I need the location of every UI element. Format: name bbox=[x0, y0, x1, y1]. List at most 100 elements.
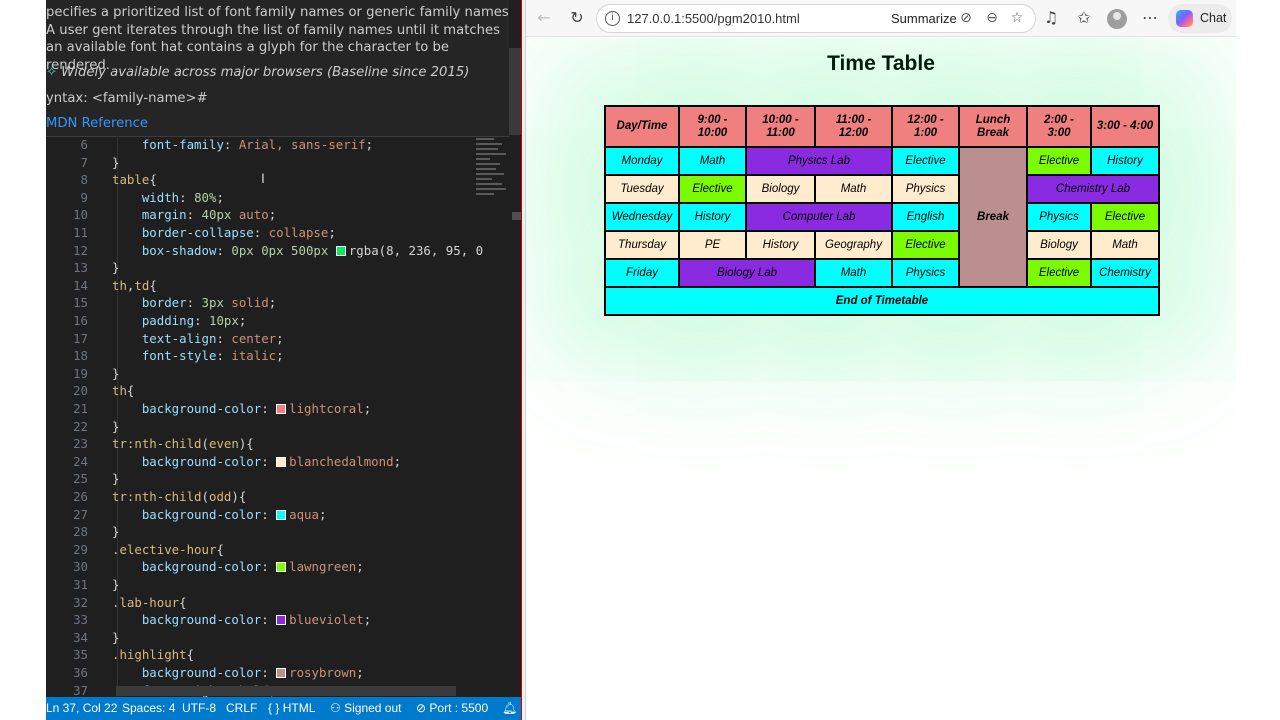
code-line[interactable]: 9 width: 80%; bbox=[46, 189, 466, 207]
line-number: 16 bbox=[73, 313, 88, 328]
line-ending[interactable]: CRLF bbox=[226, 701, 257, 716]
bell-icon[interactable]: 🔔︎ bbox=[502, 701, 517, 716]
code-line[interactable]: 6 font-family: Arial, sans-serif; bbox=[46, 136, 466, 154]
code-line[interactable]: 29 .elective-hour{ bbox=[46, 541, 466, 559]
code-line[interactable]: 32 .lab-hour{ bbox=[46, 594, 466, 612]
color-swatch[interactable] bbox=[335, 245, 346, 256]
code-line[interactable]: 20 th{ bbox=[46, 382, 466, 400]
code-line[interactable]: 15 border: 3px solid; bbox=[46, 294, 466, 312]
line-number: 30 bbox=[73, 559, 88, 575]
mdn-reference-link[interactable]: MDN Reference bbox=[46, 115, 148, 133]
chat-button[interactable]: Chat bbox=[1168, 4, 1232, 33]
code-line[interactable]: 17 text-align: center; bbox=[46, 330, 466, 348]
line-number: 14 bbox=[73, 277, 88, 293]
subject-cell: English bbox=[891, 202, 960, 232]
code-text: width: 80%; bbox=[141, 189, 224, 205]
code-line[interactable]: 24 background-color: blanchedalmond; bbox=[46, 453, 466, 471]
refresh-icon[interactable]: ↻ bbox=[566, 7, 588, 29]
code-area[interactable]: 6 font-family: Arial, sans-serif; 7} 8 tabl… bbox=[46, 136, 524, 698]
table-row: Thursday PE History Geography Elective Biolog… bbox=[604, 230, 1160, 260]
language-mode[interactable]: { } HTML bbox=[268, 701, 315, 716]
code-line[interactable]: 14 th,td{ bbox=[46, 277, 466, 295]
favorites-icon[interactable]: ✩ bbox=[1073, 7, 1095, 29]
browser-toolbar: ← ↻ i 127.0.0.1:5500/pgm2010.html Summar… bbox=[526, 0, 1236, 37]
color-swatch[interactable] bbox=[276, 456, 287, 467]
code-text: background-color: lightcoral; bbox=[141, 401, 372, 416]
code-line[interactable]: 13} bbox=[46, 259, 466, 277]
code-line[interactable]: 31} bbox=[46, 576, 466, 594]
zoom-icon[interactable]: ⊖ bbox=[982, 8, 1002, 28]
subject-cell: Math bbox=[814, 174, 893, 204]
code-line[interactable]: 8 table{ bbox=[46, 171, 466, 189]
code-line[interactable]: 26 tr:nth-child(odd){ bbox=[46, 488, 466, 506]
code-text: th{ bbox=[112, 383, 135, 399]
line-number: 27 bbox=[73, 506, 88, 522]
code-line[interactable]: 21 background-color: lightcoral; bbox=[46, 400, 466, 418]
code-line[interactable]: 22} bbox=[46, 418, 466, 436]
live-server-port[interactable]: ⊘ Port : 5500 bbox=[416, 701, 488, 716]
browser-window: ← ↻ i 127.0.0.1:5500/pgm2010.html Summar… bbox=[525, 0, 1236, 720]
code-line[interactable]: 11 border-collapse: collapse; bbox=[46, 224, 466, 242]
port-icon: ⊘ bbox=[416, 701, 427, 715]
hover-tooltip: pecifies a prioritized list of font fami… bbox=[46, 0, 509, 137]
code-line[interactable]: 27 background-color: aqua; bbox=[46, 506, 466, 524]
line-number: 23 bbox=[73, 436, 88, 452]
line-number: 31 bbox=[73, 577, 88, 592]
indentation[interactable]: Spaces: 4 bbox=[122, 701, 175, 716]
favorite-icon[interactable]: ☆ bbox=[1007, 8, 1027, 28]
code-line[interactable]: 16 padding: 10px; bbox=[46, 312, 466, 330]
url-text[interactable]: 127.0.0.1:5500/pgm2010.html bbox=[627, 11, 800, 26]
lunch-break-cell: Break bbox=[958, 146, 1028, 288]
code-line[interactable]: 19} bbox=[46, 365, 466, 383]
address-bar[interactable]: i 127.0.0.1:5500/pgm2010.html Summarize … bbox=[596, 4, 1036, 33]
page-title: Time Table bbox=[827, 52, 935, 75]
code-line[interactable]: 7} bbox=[46, 154, 466, 172]
code-editor[interactable]: pecifies a prioritized list of font fami… bbox=[46, 0, 524, 720]
elective-cell: Elective bbox=[678, 174, 747, 204]
summarize-icon[interactable]: ⊘ bbox=[956, 8, 976, 28]
hover-baseline: ✧ Widely available across major browsers… bbox=[46, 64, 469, 82]
header-cell: 3:00 - 4:00 bbox=[1090, 105, 1160, 148]
summarize-button[interactable]: Summarize bbox=[891, 11, 957, 26]
code-line[interactable]: 10 margin: 40px auto; bbox=[46, 206, 466, 224]
horizontal-scrollbar[interactable] bbox=[116, 686, 456, 696]
media-icon[interactable]: ♫ bbox=[1040, 7, 1062, 29]
line-number: 19 bbox=[73, 365, 88, 381]
code-line[interactable]: 23 tr:nth-child(even){ bbox=[46, 435, 466, 453]
line-number: 9 bbox=[80, 189, 88, 205]
code-line[interactable]: 28} bbox=[46, 523, 466, 541]
code-text: box-shadow: 0px 0px 500px rgba(8, 236, 9… bbox=[141, 242, 484, 258]
code-line[interactable]: 12 box-shadow: 0px 0px 500px rgba(8, 236… bbox=[46, 242, 483, 260]
code-line[interactable]: 34} bbox=[46, 629, 466, 647]
info-icon[interactable]: i bbox=[605, 11, 620, 26]
code-text: table{ bbox=[112, 172, 157, 188]
cursor-position[interactable]: Ln 37, Col 22 bbox=[46, 701, 117, 716]
lab-cell: Biology Lab bbox=[678, 258, 816, 288]
profile-icon[interactable] bbox=[1107, 9, 1127, 29]
code-line[interactable]: 36 background-color: rosybrown; bbox=[46, 664, 466, 682]
color-swatch[interactable] bbox=[276, 509, 287, 520]
chat-label: Chat bbox=[1200, 11, 1227, 25]
code-line[interactable]: 30 background-color: lawngreen; bbox=[46, 558, 466, 576]
footer-row: End of Timetable bbox=[604, 286, 1160, 316]
color-swatch[interactable] bbox=[276, 562, 287, 573]
minimap[interactable] bbox=[472, 136, 512, 206]
code-line[interactable]: 33 background-color: blueviolet; bbox=[46, 611, 466, 629]
code-text: } bbox=[112, 365, 120, 381]
line-number: 17 bbox=[73, 330, 88, 346]
code-line[interactable]: 18 font-style: italic; bbox=[46, 347, 466, 365]
color-swatch[interactable] bbox=[276, 404, 287, 414]
color-swatch[interactable] bbox=[276, 615, 287, 626]
code-line[interactable]: 25} bbox=[46, 470, 466, 488]
table-row: Friday Biology Lab Math Physics Elective Chem… bbox=[604, 258, 1160, 288]
color-swatch[interactable] bbox=[276, 668, 287, 678]
port-label: Port : 5500 bbox=[429, 701, 489, 715]
line-number: 34 bbox=[73, 629, 88, 645]
more-icon[interactable]: ⋯ bbox=[1139, 7, 1161, 29]
accounts[interactable]: ⚇ Signed out bbox=[330, 701, 402, 716]
code-line[interactable]: 35 .highlight{ bbox=[46, 646, 466, 664]
left-gutter bbox=[0, 0, 46, 720]
encoding[interactable]: UTF-8 bbox=[182, 701, 216, 716]
back-icon[interactable]: ← bbox=[533, 7, 555, 29]
line-number: 13 bbox=[73, 260, 88, 276]
